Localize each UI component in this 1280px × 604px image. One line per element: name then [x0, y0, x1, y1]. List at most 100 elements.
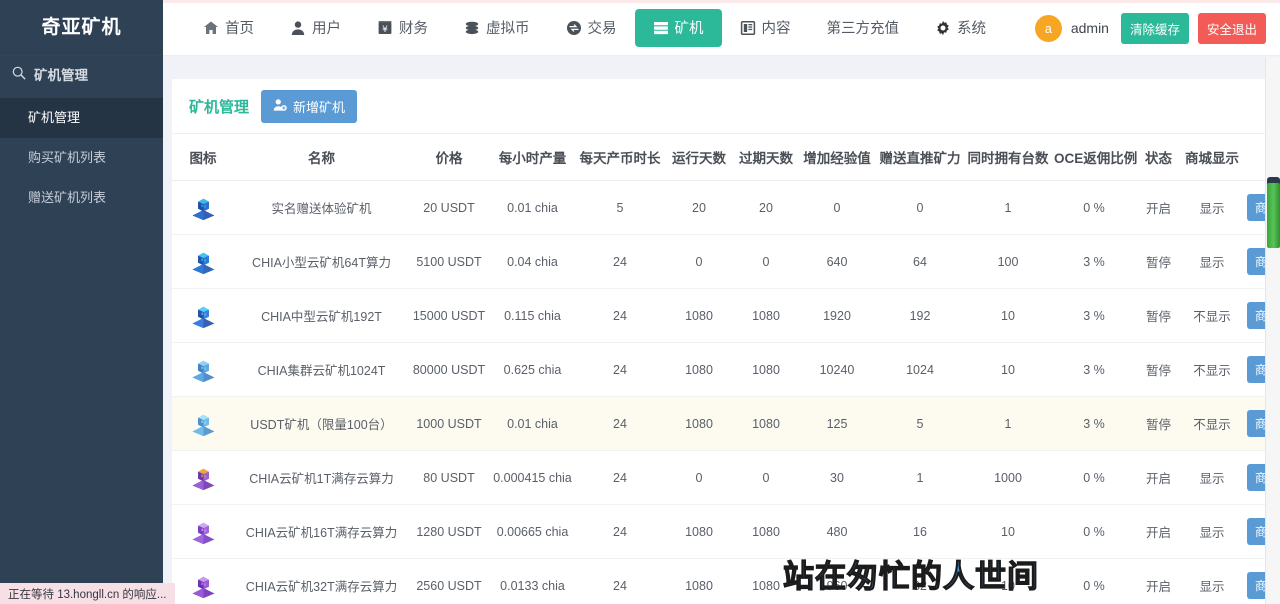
miner-expire-days-cell: 1080 — [734, 289, 798, 343]
miner-direct-power-cell: 1024 — [876, 343, 964, 397]
table-row[interactable]: CHIA中型云矿机192T15000 USDT0.115 chia2410801… — [172, 289, 1280, 343]
panel-header: 矿机管理 新增矿机 — [172, 79, 1276, 134]
miner-daily-hours-cell: 24 — [576, 451, 664, 505]
app-root: 奇亚矿机 矿机管理 矿机管理 购买矿机列表 赠送矿机列表 首页 — [0, 0, 1280, 604]
miner-direct-power-cell: 16 — [876, 505, 964, 559]
avatar[interactable]: a — [1035, 15, 1062, 42]
miner-daily-hours-cell: 24 — [576, 343, 664, 397]
nav-item-user[interactable]: 用户 — [272, 9, 359, 47]
nav-item-trade[interactable]: 交易 — [548, 9, 635, 47]
sidebar-search-label: 矿机管理 — [34, 64, 88, 84]
username-label: admin — [1071, 20, 1109, 36]
miner-direct-power-cell: 5 — [876, 397, 964, 451]
miner-state-cell: 暂停 — [1136, 343, 1181, 397]
miner-oce-rate-cell: 0 % — [1052, 451, 1136, 505]
exchange-icon — [566, 20, 582, 36]
miner-name-cell: CHIA集群云矿机1024T — [234, 343, 409, 397]
miner-daily-hours-cell: 24 — [576, 235, 664, 289]
nav-item-content[interactable]: 内容 — [722, 9, 809, 47]
miner-shop-show-cell: 显示 — [1181, 505, 1243, 559]
brand-title: 奇亚矿机 — [0, 0, 163, 56]
home-icon — [203, 20, 219, 36]
miner-expire-days-cell: 1080 — [734, 505, 798, 559]
miner-shop-show-cell: 显示 — [1181, 235, 1243, 289]
miner-hold-count-cell: 10 — [964, 559, 1052, 604]
nav-item-third-party-recharge[interactable]: 第三方充值 — [809, 9, 918, 47]
miner-hold-count-cell: 10 — [964, 289, 1052, 343]
table-row[interactable]: CHIA云矿机16T满存云算力1280 USDT0.00665 chia2410… — [172, 505, 1280, 559]
nav-item-miner[interactable]: 矿机 — [635, 9, 722, 47]
nav-item-home[interactable]: 首页 — [185, 9, 272, 47]
miner-shop-show-cell: 不显示 — [1181, 343, 1243, 397]
col-hourly: 每小时产量 — [489, 134, 576, 181]
miner-icon-cell — [172, 289, 234, 343]
topbar: 首页 用户 ¥ 财务 虚拟币 — [163, 0, 1280, 56]
sidebar-item-miner-manage[interactable]: 矿机管理 — [0, 98, 163, 138]
sidebar-menu: 矿机管理 购买矿机列表 赠送矿机列表 — [0, 98, 163, 218]
miner-hourly-cell: 0.01 chia — [489, 181, 576, 235]
scrollbar-thumb[interactable] — [1267, 183, 1280, 248]
logout-button[interactable]: 安全退出 — [1198, 13, 1266, 44]
miner-icon — [190, 464, 217, 491]
miner-state-cell: 开启 — [1136, 451, 1181, 505]
sidebar-item-label: 购买矿机列表 — [28, 150, 106, 165]
miner-price-cell: 1000 USDT — [409, 397, 489, 451]
table-row[interactable]: 实名赠送体验矿机20 USDT0.01 chia520200010 %开启显示商… — [172, 181, 1280, 235]
miner-price-cell: 20 USDT — [409, 181, 489, 235]
miner-direct-power-cell: 1 — [876, 451, 964, 505]
table-header: 图标 名称 价格 每小时产量 每天产币时长 运行天数 过期天数 增加经验值 赠送… — [172, 134, 1280, 181]
miner-price-cell: 1280 USDT — [409, 505, 489, 559]
nav-item-label: 首页 — [225, 17, 254, 38]
sidebar: 奇亚矿机 矿机管理 矿机管理 购买矿机列表 赠送矿机列表 — [0, 0, 163, 604]
gear-icon — [935, 20, 951, 36]
miner-hourly-cell: 0.0133 chia — [489, 559, 576, 604]
miner-hold-count-cell: 1 — [964, 181, 1052, 235]
sidebar-item-gift-list[interactable]: 赠送矿机列表 — [0, 178, 163, 218]
nav-item-label: 交易 — [588, 17, 617, 38]
miner-exp-cell: 960 — [798, 559, 876, 604]
nav-item-label: 矿机 — [675, 17, 704, 38]
miner-hold-count-cell: 100 — [964, 235, 1052, 289]
miner-hold-count-cell: 10 — [964, 343, 1052, 397]
miner-state-cell: 开启 — [1136, 505, 1181, 559]
miner-expire-days-cell: 20 — [734, 181, 798, 235]
miner-price-cell: 80000 USDT — [409, 343, 489, 397]
table-row[interactable]: USDT矿机（限量100台）1000 USDT0.01 chia24108010… — [172, 397, 1280, 451]
miner-icon-cell — [172, 343, 234, 397]
miner-daily-hours-cell: 24 — [576, 397, 664, 451]
table-header-row: 图标 名称 价格 每小时产量 每天产币时长 运行天数 过期天数 增加经验值 赠送… — [172, 134, 1280, 181]
nav-item-system[interactable]: 系统 — [917, 9, 1004, 47]
clear-cache-button[interactable]: 清除缓存 — [1121, 13, 1189, 44]
miner-icon — [190, 194, 217, 221]
miner-icon-cell — [172, 559, 234, 604]
money-icon: ¥ — [377, 20, 393, 36]
miner-hold-count-cell: 1000 — [964, 451, 1052, 505]
add-miner-button[interactable]: 新增矿机 — [261, 90, 357, 123]
miner-icon-cell — [172, 235, 234, 289]
table-row[interactable]: CHIA小型云矿机64T算力5100 USDT0.04 chia24006406… — [172, 235, 1280, 289]
miner-icon-cell — [172, 181, 234, 235]
miner-hourly-cell: 0.000415 chia — [489, 451, 576, 505]
miner-run-days-cell: 0 — [664, 235, 734, 289]
user-icon — [290, 20, 306, 36]
miner-daily-hours-cell: 24 — [576, 289, 664, 343]
table-row[interactable]: CHIA集群云矿机1024T80000 USDT0.625 chia241080… — [172, 343, 1280, 397]
sidebar-search[interactable]: 矿机管理 — [0, 56, 163, 92]
vertical-scrollbar[interactable] — [1265, 57, 1280, 604]
miner-price-cell: 2560 USDT — [409, 559, 489, 604]
table-row[interactable]: CHIA云矿机1T满存云算力80 USDT0.000415 chia240030… — [172, 451, 1280, 505]
nav-item-finance[interactable]: ¥ 财务 — [359, 9, 446, 47]
miner-exp-cell: 1920 — [798, 289, 876, 343]
miner-exp-cell: 0 — [798, 181, 876, 235]
sidebar-item-purchase-list[interactable]: 购买矿机列表 — [0, 138, 163, 178]
nav-item-crypto[interactable]: 虚拟币 — [446, 9, 548, 47]
topbar-accent-line — [163, 0, 1280, 3]
table-row[interactable]: CHIA云矿机32T满存云算力2560 USDT0.0133 chia24108… — [172, 559, 1280, 604]
miner-state-cell: 开启 — [1136, 181, 1181, 235]
browser-status-bar: 正在等待 13.hongll.cn 的响应... — [0, 583, 175, 604]
miner-icon — [190, 248, 217, 275]
miner-price-cell: 15000 USDT — [409, 289, 489, 343]
miner-oce-rate-cell: 3 % — [1052, 343, 1136, 397]
miner-oce-rate-cell: 3 % — [1052, 289, 1136, 343]
col-exp: 增加经验值 — [798, 134, 876, 181]
